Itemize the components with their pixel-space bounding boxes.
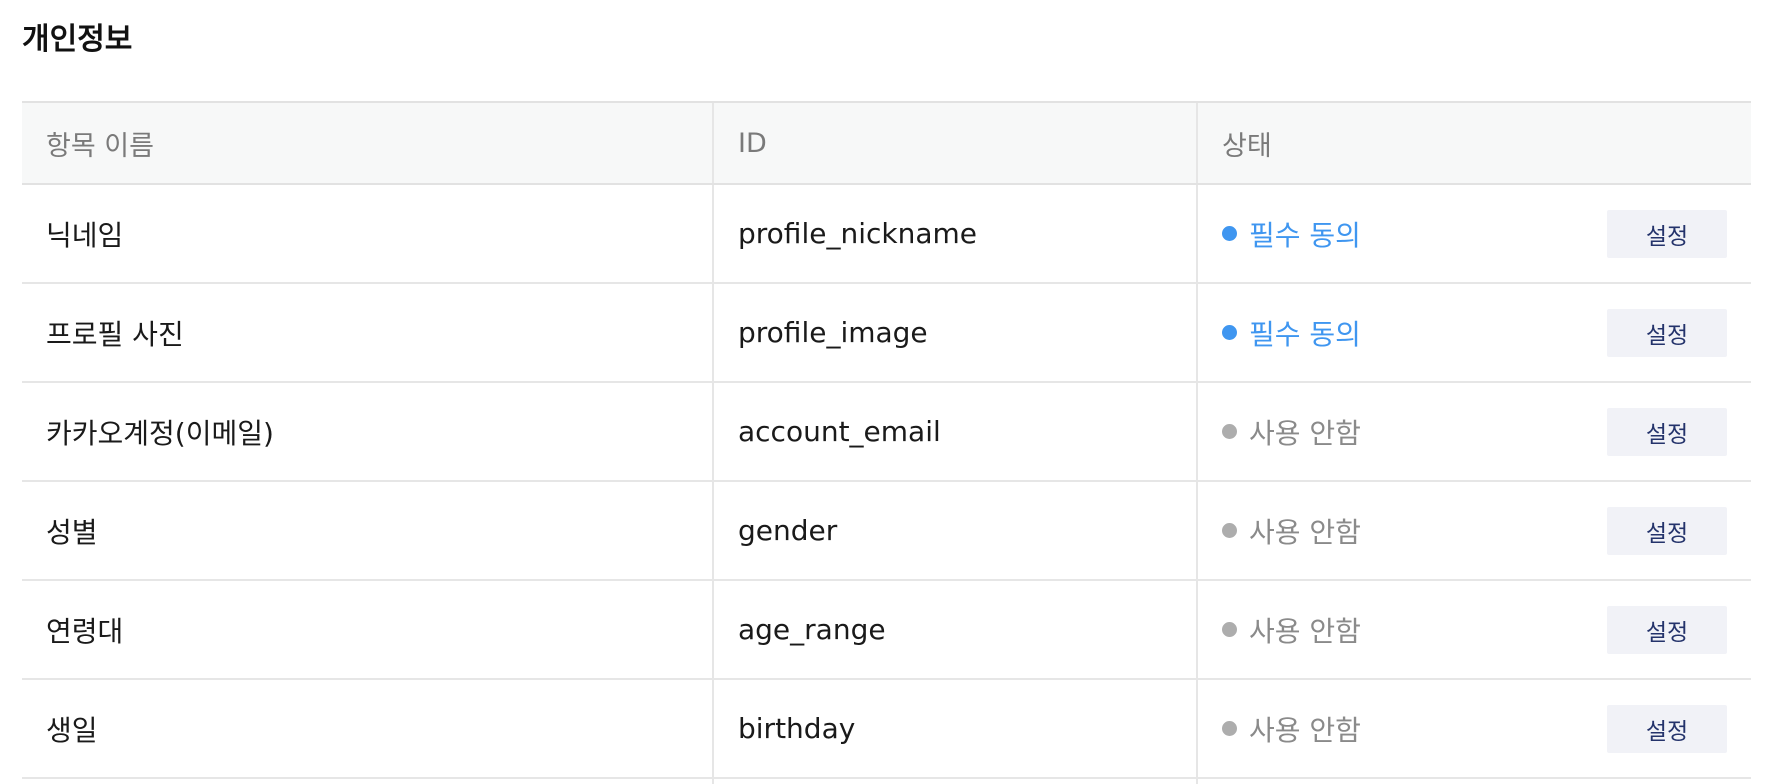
status-dot-icon — [1222, 622, 1237, 637]
table-row-partial — [22, 778, 1751, 784]
set-button[interactable]: 설정 — [1607, 209, 1727, 258]
status-dot-icon — [1222, 523, 1237, 538]
status-cell: 사용 안함 설정 — [1196, 580, 1751, 680]
status-cell: 필수 동의 설정 — [1196, 184, 1751, 284]
status-dot-icon — [1222, 424, 1237, 439]
column-header-name: 항목 이름 — [22, 101, 713, 185]
column-header-status: 상태 — [1196, 101, 1751, 185]
table-row: 생일 birthday 사용 안함 설정 — [22, 679, 1751, 779]
column-header-id: ID — [712, 101, 1197, 185]
item-name: 닉네임 — [22, 184, 713, 284]
table-row: 카카오계정(이메일) account_email 사용 안함 설정 — [22, 382, 1751, 482]
status-cell: 사용 안함 설정 — [1196, 481, 1751, 581]
status-dot-icon — [1222, 325, 1237, 340]
item-name: 프로필 사진 — [22, 283, 713, 383]
item-id: account_email — [712, 382, 1197, 482]
item-name: 생일 — [22, 679, 713, 779]
item-id: birthday — [712, 679, 1197, 779]
item-name: 카카오계정(이메일) — [22, 382, 713, 482]
status-cell: 사용 안함 설정 — [1196, 679, 1751, 779]
status-cell: 필수 동의 설정 — [1196, 283, 1751, 383]
status-label: 사용 안함 — [1249, 713, 1361, 747]
table-row: 프로필 사진 profile_image 필수 동의 설정 — [22, 283, 1751, 383]
status-label: 필수 동의 — [1249, 317, 1361, 351]
status-label: 사용 안함 — [1249, 614, 1361, 648]
status-dot-icon — [1222, 226, 1237, 241]
status-badge: 사용 안함 — [1222, 511, 1361, 551]
status-badge: 필수 동의 — [1222, 313, 1361, 353]
status-label: 사용 안함 — [1249, 515, 1361, 549]
status-badge: 사용 안함 — [1222, 709, 1361, 749]
table-row: 연령대 age_range 사용 안함 설정 — [22, 580, 1751, 680]
status-cell: 사용 안함 설정 — [1196, 382, 1751, 482]
item-id: gender — [712, 481, 1197, 581]
status-badge: 필수 동의 — [1222, 214, 1361, 254]
item-id: profile_image — [712, 283, 1197, 383]
item-name: 성별 — [22, 481, 713, 581]
table-row: 성별 gender 사용 안함 설정 — [22, 481, 1751, 581]
status-badge: 사용 안함 — [1222, 412, 1361, 452]
empty-cell — [1196, 778, 1751, 784]
table-header-row: 항목 이름 ID 상태 — [22, 101, 1751, 185]
status-dot-icon — [1222, 721, 1237, 736]
item-id: profile_nickname — [712, 184, 1197, 284]
set-button[interactable]: 설정 — [1607, 407, 1727, 456]
set-button[interactable]: 설정 — [1607, 506, 1727, 555]
table-body: 닉네임 profile_nickname 필수 동의 설정 프로필 사진 pro… — [22, 184, 1751, 784]
privacy-items-table: 항목 이름 ID 상태 닉네임 profile_nickname 필수 동의 설… — [22, 101, 1751, 784]
empty-cell — [712, 778, 1197, 784]
status-label: 필수 동의 — [1249, 218, 1361, 252]
set-button[interactable]: 설정 — [1607, 308, 1727, 357]
status-badge: 사용 안함 — [1222, 610, 1361, 650]
set-button[interactable]: 설정 — [1607, 704, 1727, 753]
item-id: age_range — [712, 580, 1197, 680]
status-label: 사용 안함 — [1249, 416, 1361, 450]
table-row: 닉네임 profile_nickname 필수 동의 설정 — [22, 184, 1751, 284]
page: 개인정보 항목 이름 ID 상태 닉네임 profile_nickname 필수… — [0, 0, 1774, 784]
empty-cell — [22, 778, 713, 784]
item-name: 연령대 — [22, 580, 713, 680]
table-header: 항목 이름 ID 상태 — [22, 101, 1751, 185]
set-button[interactable]: 설정 — [1607, 605, 1727, 654]
section-title: 개인정보 — [22, 22, 133, 57]
